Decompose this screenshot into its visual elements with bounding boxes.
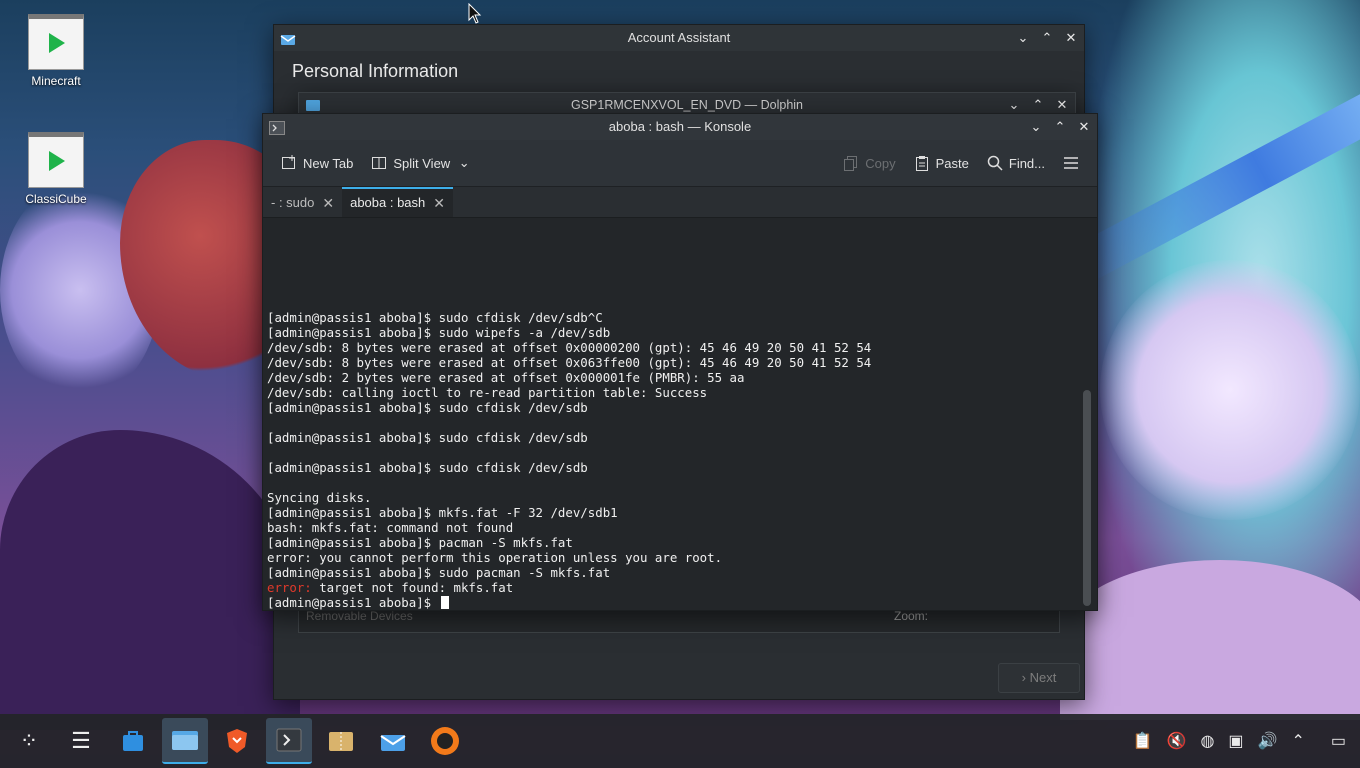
tab-sudo[interactable]: - : sudo ✕ [263,189,342,217]
terminal-line: [admin@passis1 aboba]$ pacman -S mkfs.fa… [267,535,573,550]
next-button[interactable]: › Next [998,663,1080,693]
desktop-icon-label: ClassiCube [25,192,87,206]
wallpaper-hill [1060,560,1360,720]
wallpaper-hill [0,430,300,730]
chevron-down-icon[interactable]: ⌄ [456,155,472,171]
search-icon [987,155,1003,171]
brave-browser-icon[interactable] [214,719,260,763]
desktop-icon-label: Minecraft [31,74,81,88]
tab-label: - : sudo [271,195,315,210]
archive-icon[interactable] [318,719,364,763]
paste-label: Paste [935,155,969,171]
dolphin-files-icon[interactable] [162,718,208,764]
obs-icon[interactable] [422,719,468,763]
system-tray: 📋 🔇 ◍ ▣ 🔊 ⌃ ▭ [1133,714,1346,768]
find-label: Find... [1008,155,1045,171]
chevron-right-icon: › [1021,670,1026,685]
terminal-line: Syncing disks. [267,490,372,505]
desktop-icon-classicube[interactable]: ClassiCube [16,132,96,206]
terminal-line: /dev/sdb: 8 bytes were erased at offset … [267,340,872,355]
terminal-line: [admin@passis1 aboba]$ sudo wipefs -a /d… [267,325,611,340]
volume-icon[interactable]: 🔊 [1258,731,1278,751]
terminal-line: [admin@passis1 aboba]$ sudo cfdisk /dev/… [267,430,588,445]
next-label: Next [1029,670,1057,685]
terminal-line: [admin@passis1 aboba]$ sudo cfdisk /dev/… [267,310,603,325]
copy-icon [843,155,859,171]
play-icon [28,14,84,70]
folder-icon [305,97,321,113]
find-button[interactable]: Find... [981,151,1051,175]
muted-speaker-icon[interactable]: 🔇 [1167,731,1187,751]
tab-label: aboba : bash [350,195,426,210]
error-prefix: error: [267,580,312,595]
copy-label: Copy [865,155,896,171]
hamburger-menu-icon [1063,155,1079,171]
virtual-desktops-icon[interactable]: ☰ [58,719,104,763]
konsole-icon[interactable] [266,718,312,764]
show-desktop-icon[interactable]: ▭ [1331,731,1346,751]
split-view-icon [371,155,387,171]
discover-store-icon[interactable] [110,719,156,763]
terminal-line: error: you cannot perform this operation… [267,550,723,565]
split-view-label: Split View [393,155,451,171]
terminal-line: bash: mkfs.fat: command not found [267,520,514,535]
terminal-prompt: [admin@passis1 aboba]$ [267,595,439,610]
tab-bar: - : sudo ✕ aboba : bash ✕ [263,187,1097,218]
scrollbar[interactable] [1083,218,1091,608]
terminal-line: [admin@passis1 aboba]$ mkfs.fat -F 32 /d… [267,505,618,520]
terminal-line: /dev/sdb: calling ioctl to re-read parti… [267,385,708,400]
terminal-cursor [440,596,449,609]
new-tab-label: New Tab [303,155,354,171]
new-tab-button[interactable]: New Tab [275,151,359,175]
close-icon[interactable]: ✕ [1064,25,1078,51]
copy-button[interactable]: Copy [837,151,901,175]
close-tab-icon[interactable]: ✕ [433,189,445,217]
clipboard-icon[interactable]: 📋 [1133,731,1153,751]
terminal-line: target not found: mkfs.fat [319,580,514,595]
terminal-line: /dev/sdb: 8 bytes were erased at offset … [267,355,872,370]
paste-button[interactable]: Paste [908,151,975,175]
expand-tray-icon[interactable]: ⌃ [1291,731,1304,751]
close-tab-icon[interactable]: ✕ [322,189,334,217]
konsole-window: aboba : bash — Konsole ⌄ ⌃ ✕ New Tab Spl… [262,113,1098,611]
titlebar[interactable]: Account Assistant ⌄ ⌃ ✕ [274,25,1084,51]
zoom-label: Zoom: [894,609,929,623]
mail-icon [280,30,296,46]
terminal-line: [admin@passis1 aboba]$ sudo pacman -S mk… [267,565,611,580]
network-icon[interactable]: ◍ [1200,731,1214,751]
terminal-icon [269,119,285,135]
desktop-icon-minecraft[interactable]: Minecraft [16,14,96,88]
terminal-text: [admin@passis1 aboba]$ sudo cfdisk /dev/… [263,310,871,610]
mouse-pointer-icon [468,3,482,24]
terminal-output[interactable]: [admin@passis1 aboba]$ sudo cfdisk /dev/… [263,218,1081,610]
new-tab-icon [281,155,297,171]
maximize-icon[interactable]: ⌃ [1040,25,1054,51]
terminal-line: [admin@passis1 aboba]$ sudo cfdisk /dev/… [267,460,588,475]
hamburger-menu-button[interactable] [1057,151,1085,175]
terminal-line: /dev/sdb: 2 bytes were erased at offset … [267,370,745,385]
minimize-icon[interactable]: ⌄ [1016,25,1030,51]
terminal-line: [admin@passis1 aboba]$ sudo cfdisk /dev/… [267,400,588,415]
app-launcher-icon[interactable]: ⁘ [6,719,52,763]
tab-aboba-bash[interactable]: aboba : bash ✕ [342,187,454,217]
play-icon [28,132,84,188]
minimize-icon[interactable]: ⌄ [1029,114,1043,140]
toolbar: New Tab Split View ⌄ Copy Paste Find... [263,140,1097,187]
window-title: Account Assistant [627,30,731,45]
thunderbird-icon[interactable] [370,719,416,763]
removable-devices-label: Removable Devices [306,609,413,623]
window-title: aboba : bash — Konsole [608,119,752,134]
close-icon[interactable]: ✕ [1077,114,1091,140]
taskbar: ⁘ ☰ 📋 🔇 ◍ ▣ 🔊 ⌃ ▭ [0,714,1360,768]
window-title: GSP1RMCENXVOL_EN_DVD — Dolphin [570,98,804,112]
titlebar[interactable]: aboba : bash — Konsole ⌄ ⌃ ✕ [263,114,1097,140]
wallpaper-cloud [1100,260,1360,520]
scrollbar-thumb[interactable] [1083,390,1091,606]
page-title: Personal Information [292,61,459,81]
paste-icon [914,155,930,171]
maximize-icon[interactable]: ⌃ [1053,114,1067,140]
split-view-button[interactable]: Split View ⌄ [365,151,478,175]
display-icon[interactable]: ▣ [1228,731,1243,751]
